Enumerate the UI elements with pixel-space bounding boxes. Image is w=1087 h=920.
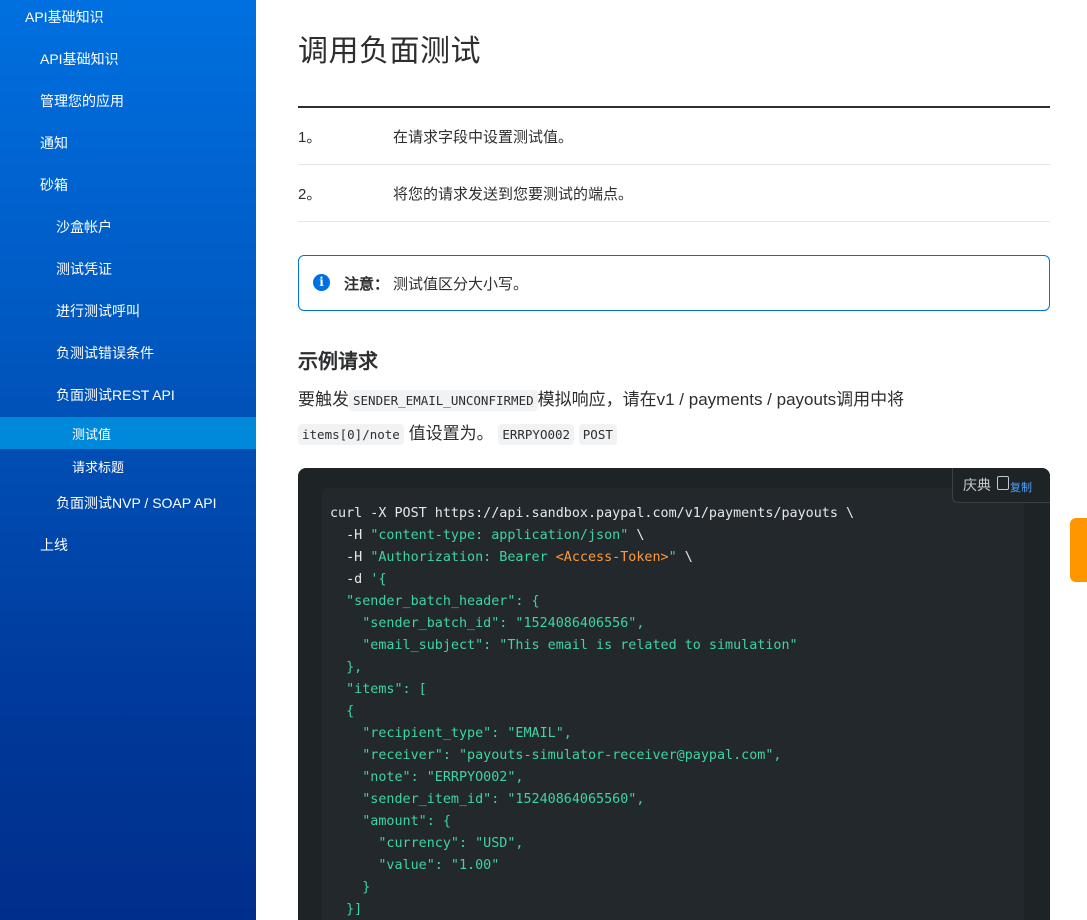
code-line: \ xyxy=(676,550,693,565)
code-line: "note": "ERRPYO002", xyxy=(330,770,524,785)
code-line: { xyxy=(330,704,355,719)
code-string: '{ xyxy=(370,572,387,587)
sidebar-item-label: 测试凭证 xyxy=(56,261,112,277)
sidebar-item-negative-testing-errors[interactable]: 负测试错误条件 xyxy=(0,336,256,370)
code-content: curl -X POST https://api.sandbox.paypal.… xyxy=(330,503,854,920)
list-item: 1。 在请求字段中设置测试值。 xyxy=(298,108,1050,165)
sidebar-item-test-credentials[interactable]: 测试凭证 xyxy=(0,252,256,286)
copy-icon xyxy=(997,476,1009,490)
para-text: 值设置为。 xyxy=(408,424,494,443)
para-text: 模拟响应，请在v1 / payments / payouts调用中将 xyxy=(537,390,905,409)
step-number: 1。 xyxy=(298,128,322,146)
copy-text: 庆典 xyxy=(963,477,991,493)
sidebar-item-label: 负面测试REST API xyxy=(56,387,175,403)
inline-code: SENDER_EMAIL_UNCONFIRMED xyxy=(349,390,538,411)
code-placeholder: <Access-Token> xyxy=(555,550,669,565)
para-text: 要触发 xyxy=(298,390,349,409)
inline-code: ERRPYO002 xyxy=(498,424,575,445)
code-line: -d xyxy=(330,572,371,587)
sidebar-item-label: 请求标题 xyxy=(72,459,125,475)
copy-label: 复制 xyxy=(1010,482,1032,494)
code-line: "sender_item_id": "15240864065560", xyxy=(330,792,645,807)
example-heading: 示例请求 xyxy=(298,351,378,373)
code-line: "currency": "USD", xyxy=(330,836,524,851)
sidebar-item-test-calls[interactable]: 进行测试呼叫 xyxy=(0,294,256,328)
sidebar-item-go-live[interactable]: 上线 xyxy=(0,528,256,562)
sidebar-item-label: 负面测试NVP / SOAP API xyxy=(56,495,217,511)
code-line: curl -X POST https://api.sandbox.paypal.… xyxy=(330,506,855,521)
sidebar-item-label: 负测试错误条件 xyxy=(56,345,154,361)
code-line: "items": [ xyxy=(330,682,427,697)
code-line: -H xyxy=(330,550,371,565)
sidebar-item-request-headers[interactable]: 请求标题 xyxy=(0,449,256,483)
sidebar-item-label: 测试值 xyxy=(72,426,112,442)
step-text: 在请求字段中设置测试值。 xyxy=(393,128,574,146)
code-block: 庆典 复制 curl -X POST https://api.sandbox.p… xyxy=(298,468,1050,920)
sidebar-item-label: API基础知识 xyxy=(40,51,119,67)
sidebar-item-label: 进行测试呼叫 xyxy=(56,303,140,319)
note-callout: i 注意： 测试值区分大小写。 xyxy=(298,255,1050,311)
note-label: 注意： xyxy=(344,275,390,293)
sidebar-item-label: 管理您的应用 xyxy=(40,93,124,109)
code-line: "sender_batch_id": "1524086406556", xyxy=(330,616,645,631)
info-icon: i xyxy=(313,273,330,291)
sidebar-item-label: 上线 xyxy=(40,537,68,553)
step-number: 2。 xyxy=(298,185,322,203)
sidebar-item-api-basics-sub[interactable]: API基础知识 xyxy=(0,42,256,76)
copy-button[interactable]: 庆典 复制 xyxy=(952,468,1050,503)
sidebar-item-sandbox-accounts[interactable]: 沙盒帐户 xyxy=(0,210,256,244)
sidebar-item-label: 通知 xyxy=(40,135,68,151)
sidebar-item-label: 沙盒帐户 xyxy=(56,219,112,235)
sidebar-item-label: 砂箱 xyxy=(40,177,68,193)
sidebar-item-negative-testing-nvp[interactable]: 负面测试NVP / SOAP API xyxy=(0,486,256,520)
sidebar-item-sandbox[interactable]: 砂箱 xyxy=(0,168,256,202)
code-line: "amount": { xyxy=(330,814,451,829)
inline-code: items[0]/note xyxy=(298,424,404,445)
code-string: "content-type: application/json" xyxy=(370,528,629,543)
code-line: "sender_batch_header": { xyxy=(330,594,540,609)
sidebar-item-negative-testing-rest[interactable]: 负面测试REST API xyxy=(0,378,256,412)
code-line: "email_subject": "This email is related … xyxy=(330,638,798,653)
code-line: "recipient_type": "EMAIL", xyxy=(330,726,572,741)
sidebar-item-manage-apps[interactable]: 管理您的应用 xyxy=(0,84,256,118)
inline-code: POST xyxy=(578,424,617,445)
code-line: } xyxy=(330,880,371,895)
steps-list: 1。 在请求字段中设置测试值。 2。 将您的请求发送到您要测试的端点。 xyxy=(298,108,1050,222)
page-title: 调用负面测试 xyxy=(298,34,481,69)
code-line: "value": "1.00" xyxy=(330,858,500,873)
sidebar-item-label: API基础知识 xyxy=(25,9,104,25)
code-line: "receiver": "payouts-simulator-receiver@… xyxy=(330,748,782,763)
code-line: }, xyxy=(330,660,363,675)
note-text: 测试值区分大小写。 xyxy=(393,275,529,293)
example-description: 要触发 SENDER_EMAIL_UNCONFIRMED 模拟响应，请在v1 / p… xyxy=(298,383,1050,451)
code-string: " xyxy=(668,550,677,565)
code-string: "Authorization: Bearer xyxy=(370,550,556,565)
sidebar-item-notifications[interactable]: 通知 xyxy=(0,126,256,160)
list-item: 2。 将您的请求发送到您要测试的端点。 xyxy=(298,165,1050,222)
step-text: 将您的请求发送到您要测试的端点。 xyxy=(393,185,634,203)
code-line: \ xyxy=(628,528,645,543)
feedback-tab[interactable] xyxy=(1070,518,1087,582)
code-line: -H xyxy=(330,528,371,543)
sidebar-item-test-values[interactable]: 测试值 xyxy=(0,417,256,449)
sidebar-nav: API基础知识 API基础知识 管理您的应用 通知 砂箱 沙盒帐户 测试凭证 进… xyxy=(0,0,256,920)
code-line: }] xyxy=(330,902,363,917)
sidebar-item-api-basics[interactable]: API基础知识 xyxy=(0,0,256,34)
